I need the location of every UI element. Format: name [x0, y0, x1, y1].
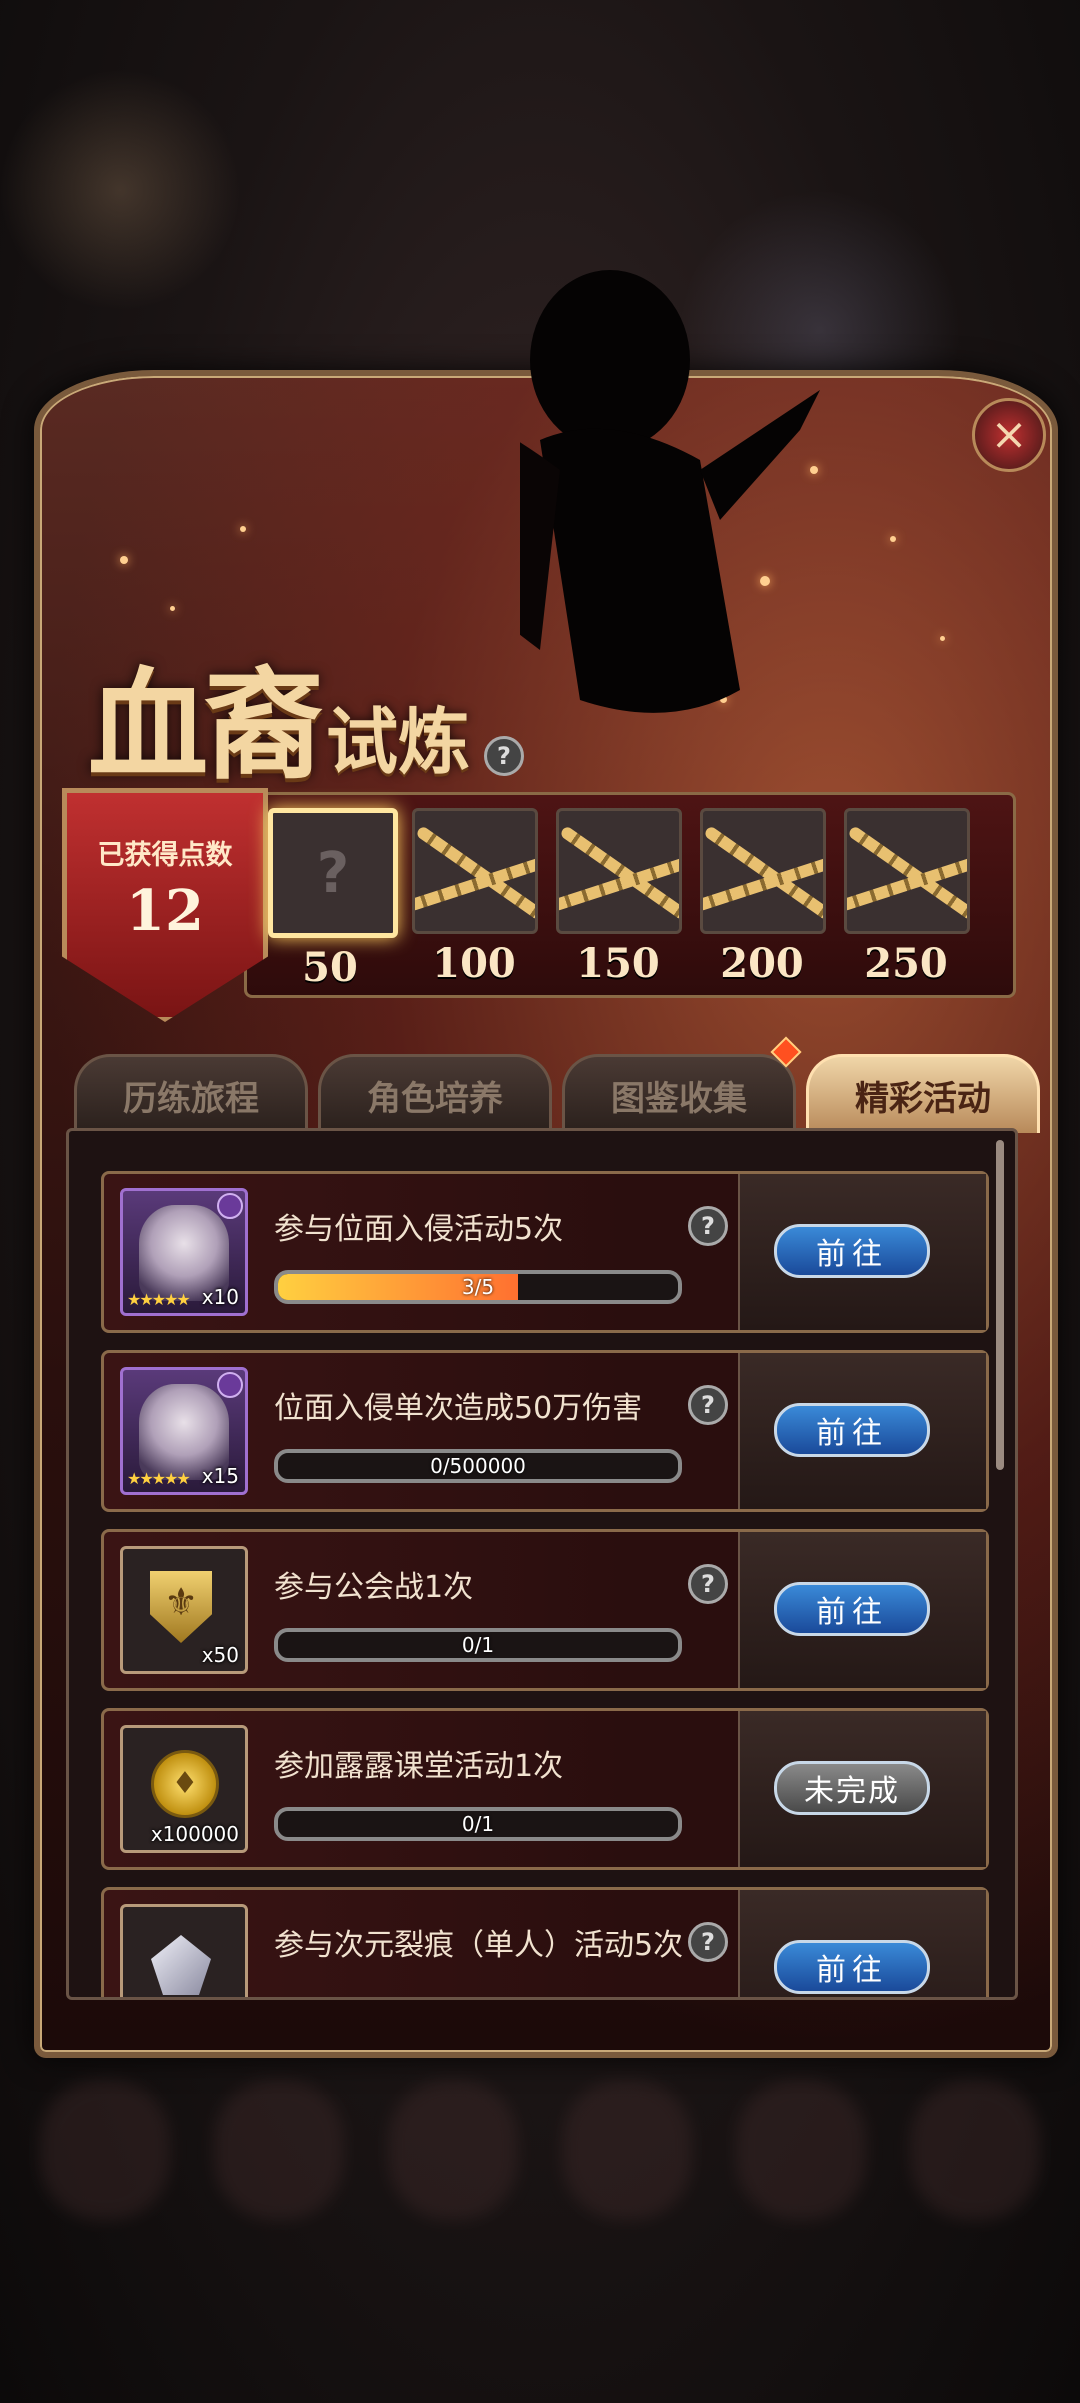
- moon-badge-icon: [217, 1372, 243, 1398]
- help-icon[interactable]: ?: [688, 1564, 728, 1604]
- task-title: 位面入侵单次造成50万伤害: [274, 1391, 643, 1426]
- title-help-icon[interactable]: ?: [484, 736, 525, 776]
- reward-icon[interactable]: ★★★★★ x10: [120, 1188, 248, 1316]
- milestone-value: 250: [864, 940, 948, 987]
- go-button[interactable]: 前往: [774, 1224, 930, 1278]
- go-button[interactable]: 前往: [774, 1940, 930, 1994]
- go-button[interactable]: 前往: [774, 1403, 930, 1457]
- tab-collection[interactable]: 图鉴收集: [562, 1036, 802, 1133]
- task-row: ♦ x100000 参加露露课堂活动1次 0/1 未完成: [101, 1708, 989, 1870]
- milestone-item[interactable]: 100: [412, 808, 538, 991]
- task-title: 参与位面入侵活动5次: [274, 1212, 564, 1247]
- milestone-value: 100: [432, 940, 516, 987]
- guild-shield-icon: ⚜: [150, 1571, 212, 1643]
- progress-text: 0/1: [461, 1812, 495, 1836]
- star-rating-icon: ★★★★★: [127, 1469, 191, 1488]
- reward-icon[interactable]: [120, 1904, 248, 1997]
- task-row: 参与次元裂痕（单人）活动5次 ? 前往: [101, 1887, 989, 1997]
- close-button[interactable]: ×: [972, 398, 1046, 472]
- help-icon[interactable]: ?: [688, 1206, 728, 1246]
- task-title: 参与公会战1次: [274, 1570, 474, 1605]
- milestone-reward-box[interactable]: [556, 808, 682, 934]
- title-main: 血裔: [88, 655, 324, 796]
- incomplete-button[interactable]: 未完成: [774, 1761, 930, 1815]
- progress-bar: 3/5: [274, 1270, 682, 1304]
- reward-quantity: x100000: [150, 1822, 239, 1846]
- task-row: ★★★★★ x10 参与位面入侵活动5次 ? 3/5 前往: [101, 1171, 989, 1333]
- reward-icon[interactable]: ★★★★★ x15: [120, 1367, 248, 1495]
- tab-character-training[interactable]: 角色培养: [318, 1054, 552, 1133]
- help-icon[interactable]: ?: [688, 1922, 728, 1962]
- progress-text: 3/5: [461, 1275, 495, 1299]
- milestone-reward-box[interactable]: [700, 808, 826, 934]
- progress-text: 0/1: [461, 1633, 495, 1657]
- go-button[interactable]: 前往: [774, 1582, 930, 1636]
- progress-bar: 0/500000: [274, 1449, 682, 1483]
- task-title: 参与次元裂痕（单人）活动5次: [274, 1928, 684, 1963]
- milestone-reward-box[interactable]: ?: [268, 808, 398, 938]
- category-tabs: 历练旅程 角色培养 图鉴收集 精彩活动: [74, 1036, 1040, 1133]
- task-row: ★★★★★ x15 位面入侵单次造成50万伤害 ? 0/500000 前往: [101, 1350, 989, 1512]
- milestone-list: ? 50 100 150 200 250: [268, 808, 970, 991]
- tab-label: 图鉴收集: [611, 1078, 747, 1119]
- reward-icon[interactable]: ♦ x100000: [120, 1725, 248, 1853]
- reward-icon[interactable]: ⚜ x50: [120, 1546, 248, 1674]
- milestone-item[interactable]: 250: [844, 808, 970, 991]
- milestone-item[interactable]: 150: [556, 808, 682, 991]
- progress-text: 0/500000: [430, 1454, 526, 1478]
- milestone-value: 200: [720, 940, 804, 987]
- trial-title: 血裔 试炼 ?: [88, 628, 525, 802]
- tab-events[interactable]: 精彩活动: [806, 1054, 1040, 1133]
- points-label: 已获得点数: [97, 840, 233, 871]
- milestone-reward-box[interactable]: [412, 808, 538, 934]
- progress-bar: 0/1: [274, 1628, 682, 1662]
- character-silhouette: [520, 270, 820, 713]
- progress-bar: 0/1: [274, 1807, 682, 1841]
- title-sub: 试炼: [326, 699, 471, 784]
- tab-journey[interactable]: 历练旅程: [74, 1054, 308, 1133]
- gold-coin-icon: ♦: [151, 1750, 219, 1818]
- reward-quantity: x50: [201, 1643, 239, 1667]
- milestone-value: 150: [576, 940, 660, 987]
- milestone-item[interactable]: ? 50: [268, 808, 398, 991]
- milestone-value: 50: [302, 944, 358, 991]
- background-menu-row: [40, 2080, 1040, 2300]
- help-icon[interactable]: ?: [688, 1385, 728, 1425]
- moon-badge-icon: [217, 1193, 243, 1219]
- task-title: 参加露露课堂活动1次: [274, 1749, 564, 1784]
- scrollbar[interactable]: [996, 1140, 1004, 1470]
- unknown-reward-icon: ?: [316, 840, 350, 906]
- milestone-item[interactable]: 200: [700, 808, 826, 991]
- crystal-icon: [151, 1935, 211, 1995]
- milestone-reward-box[interactable]: [844, 808, 970, 934]
- task-list[interactable]: ★★★★★ x10 参与位面入侵活动5次 ? 3/5 前往 ★★★★★ x15 …: [66, 1128, 1018, 2000]
- star-rating-icon: ★★★★★: [127, 1290, 191, 1309]
- task-row: ⚜ x50 参与公会战1次 ? 0/1 前往: [101, 1529, 989, 1691]
- reward-quantity: x15: [201, 1464, 239, 1488]
- points-value: 12: [126, 878, 204, 944]
- reward-quantity: x10: [201, 1285, 239, 1309]
